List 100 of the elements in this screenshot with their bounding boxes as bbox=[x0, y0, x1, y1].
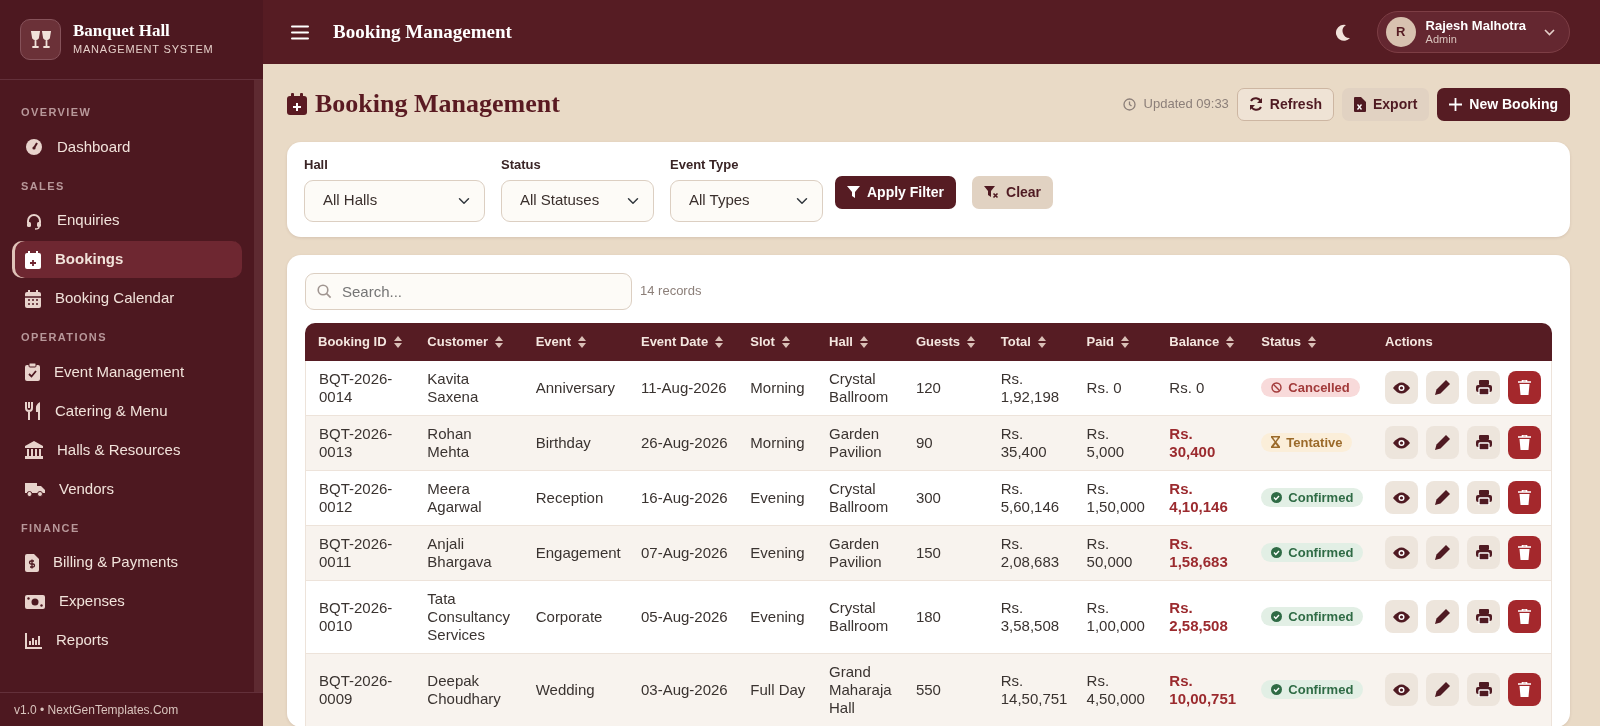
pencil-icon bbox=[1435, 490, 1450, 505]
printer-icon bbox=[1475, 380, 1492, 395]
trash-icon bbox=[1518, 682, 1531, 697]
table-cell: Birthday bbox=[535, 433, 591, 451]
check-circle-icon bbox=[1271, 547, 1283, 558]
printer-icon bbox=[1475, 682, 1492, 697]
table-cell: 07-Aug-2026 bbox=[640, 543, 728, 561]
delete-button[interactable] bbox=[1508, 536, 1541, 569]
printer-icon bbox=[1475, 490, 1492, 505]
column-header[interactable]: Status bbox=[1261, 333, 1302, 349]
nav-item[interactable]: Halls & Resources bbox=[12, 431, 242, 469]
eye-icon bbox=[1393, 381, 1410, 394]
menu-icon[interactable] bbox=[291, 24, 309, 40]
delete-button[interactable] bbox=[1508, 426, 1541, 459]
toolbar-button[interactable]: Export bbox=[1342, 87, 1430, 121]
print-button[interactable] bbox=[1467, 536, 1500, 569]
view-button[interactable] bbox=[1385, 536, 1418, 569]
nav-item[interactable]: Event Management bbox=[12, 353, 242, 391]
funnel-icon bbox=[847, 185, 860, 199]
filter-button[interactable]: Clear bbox=[972, 175, 1054, 209]
table-cell: Evening bbox=[750, 488, 805, 506]
calendar-plus-icon bbox=[25, 250, 41, 269]
delete-button[interactable] bbox=[1508, 600, 1541, 633]
nav-item[interactable]: Expenses bbox=[12, 583, 242, 620]
version-text: v1.0 • NextGenTemplates.Com bbox=[14, 703, 179, 717]
edit-button[interactable] bbox=[1426, 426, 1459, 459]
edit-button[interactable] bbox=[1426, 600, 1459, 633]
edit-button[interactable] bbox=[1426, 536, 1459, 569]
column-header[interactable]: Total bbox=[1000, 333, 1031, 349]
delete-button[interactable] bbox=[1508, 481, 1541, 514]
table-cell: 26-Aug-2026 bbox=[640, 433, 728, 451]
filter-select[interactable]: All Halls bbox=[304, 179, 485, 222]
filter-select[interactable]: All Statuses bbox=[501, 179, 654, 222]
section-label: SALES bbox=[20, 178, 66, 194]
table-cell: Rs. 4,10,146 bbox=[1169, 479, 1228, 515]
view-button[interactable] bbox=[1385, 481, 1418, 514]
print-button[interactable] bbox=[1467, 600, 1500, 633]
printer-icon bbox=[1475, 435, 1492, 450]
table-cell: Grand Maharaja Hall bbox=[829, 662, 892, 716]
nav-item[interactable]: Reports bbox=[12, 622, 242, 659]
print-button[interactable] bbox=[1467, 481, 1500, 514]
table-cell: Rs. 4,50,000 bbox=[1086, 671, 1145, 707]
user-menu[interactable]: R Rajesh Malhotra Admin bbox=[1376, 11, 1570, 53]
trash-icon bbox=[1518, 609, 1531, 624]
nav-item[interactable]: Catering & Menu bbox=[12, 392, 242, 430]
print-button[interactable] bbox=[1467, 426, 1500, 459]
nav-item[interactable]: Vendors bbox=[12, 470, 242, 508]
nav-item[interactable]: Enquiries bbox=[12, 202, 242, 239]
edit-button[interactable] bbox=[1426, 673, 1459, 706]
section-label: FINANCE bbox=[20, 520, 81, 536]
view-button[interactable] bbox=[1385, 673, 1418, 706]
table-cell: BQT-2026-0010 bbox=[319, 598, 393, 634]
moon-icon[interactable] bbox=[1334, 23, 1351, 41]
headset-icon bbox=[25, 211, 43, 230]
print-button[interactable] bbox=[1467, 673, 1500, 706]
column-header[interactable]: Hall bbox=[829, 333, 853, 349]
nav-item[interactable]: Booking Calendar bbox=[12, 280, 242, 317]
column-header[interactable]: Paid bbox=[1086, 333, 1115, 349]
view-button[interactable] bbox=[1385, 371, 1418, 404]
user-name: Rajesh Malhotra bbox=[1425, 18, 1526, 34]
view-button[interactable] bbox=[1385, 426, 1418, 459]
toolbar-button[interactable]: New Booking bbox=[1437, 87, 1570, 121]
nav-item[interactable]: Billing & Payments bbox=[12, 544, 242, 581]
edit-button[interactable] bbox=[1426, 371, 1459, 404]
edit-button[interactable] bbox=[1426, 481, 1459, 514]
table-cell: Anniversary bbox=[535, 378, 615, 396]
glasses-icon bbox=[28, 28, 53, 51]
table-cell: Meera Agarwal bbox=[427, 479, 482, 515]
hourglass-icon bbox=[1271, 436, 1281, 449]
table-cell: Garden Pavilion bbox=[829, 424, 882, 460]
status-badge: Confirmed bbox=[1261, 679, 1364, 700]
refresh-icon bbox=[1248, 97, 1263, 111]
table-cell: Crystal Ballroom bbox=[829, 479, 889, 515]
search-field[interactable]: Search... bbox=[305, 272, 632, 310]
invoice-icon bbox=[25, 553, 39, 572]
pencil-icon bbox=[1435, 609, 1450, 624]
trash-icon bbox=[1518, 490, 1531, 505]
table-cell: Rs. 3,58,508 bbox=[1000, 598, 1060, 634]
print-button[interactable] bbox=[1467, 371, 1500, 404]
status-badge: Confirmed bbox=[1261, 542, 1364, 563]
filter-button[interactable]: Apply Filter bbox=[835, 175, 956, 209]
chevron-down-icon bbox=[1544, 28, 1555, 36]
user-avatar: R bbox=[1385, 17, 1416, 47]
filter-select[interactable]: All Types bbox=[670, 179, 823, 222]
table-cell: 120 bbox=[915, 378, 941, 396]
table-cell: BQT-2026-0009 bbox=[319, 671, 393, 707]
trash-icon bbox=[1518, 380, 1531, 395]
column-header[interactable]: Slot bbox=[750, 333, 775, 349]
view-button[interactable] bbox=[1385, 600, 1418, 633]
nav-item[interactable]: Bookings bbox=[12, 241, 242, 278]
table-cell: Kavita Saxena bbox=[427, 369, 479, 405]
filter-label: Event Type bbox=[670, 156, 740, 174]
delete-button[interactable] bbox=[1508, 371, 1541, 404]
toolbar-button[interactable]: Refresh bbox=[1236, 87, 1334, 121]
nav-item[interactable]: Dashboard bbox=[12, 128, 242, 166]
column-header[interactable]: Event bbox=[535, 333, 572, 349]
table-cell: BQT-2026-0014 bbox=[319, 369, 393, 405]
table-cell: Corporate bbox=[535, 607, 603, 625]
table-cell: 150 bbox=[915, 543, 941, 561]
delete-button[interactable] bbox=[1508, 673, 1541, 706]
